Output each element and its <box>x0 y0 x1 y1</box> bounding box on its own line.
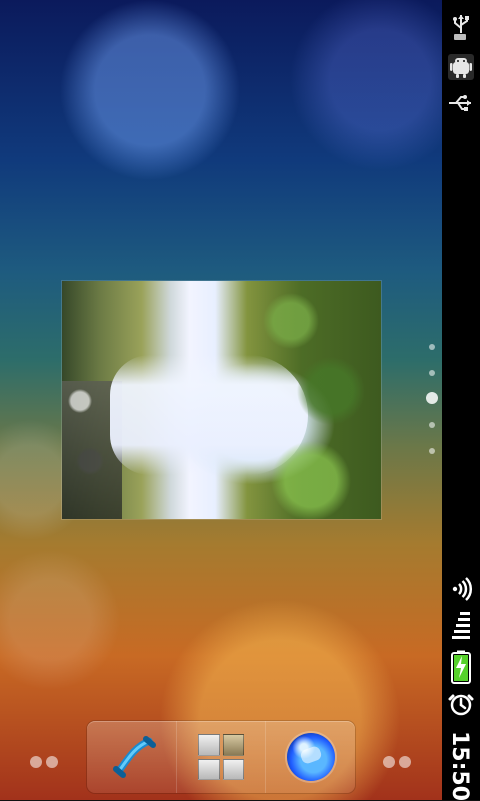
phone-icon <box>105 731 157 783</box>
wifi-icon <box>442 574 480 604</box>
alarm-icon <box>442 690 480 718</box>
hint-dot <box>46 756 58 768</box>
hint-dot <box>30 756 42 768</box>
page-dot <box>429 344 435 350</box>
grid-cell <box>222 758 244 780</box>
page-dot-current <box>426 392 438 404</box>
usb-icon <box>442 92 480 114</box>
page-indicator <box>426 340 438 460</box>
usb-icon <box>442 12 480 42</box>
battery-charging-icon <box>442 650 480 684</box>
clock: 15:50 <box>447 731 472 801</box>
status-bar: 15:50 <box>442 0 480 801</box>
grid-cell <box>222 734 244 756</box>
page-dot <box>429 448 435 454</box>
globe-icon <box>286 733 335 781</box>
right-page-hint[interactable] <box>383 756 413 770</box>
dock-app-drawer-button[interactable] <box>175 721 266 793</box>
photo-widget-waterfall[interactable] <box>62 281 381 519</box>
grid-cell <box>198 758 220 780</box>
dock-browser-button[interactable] <box>265 721 355 793</box>
hint-dot <box>399 756 411 768</box>
signal-icon <box>442 610 480 640</box>
left-page-hint[interactable] <box>30 756 60 770</box>
hint-dot <box>383 756 395 768</box>
photo-moss <box>251 281 381 519</box>
grid-cell <box>198 734 220 756</box>
page-dot <box>429 370 435 376</box>
page-dot <box>429 422 435 428</box>
android-debug-icon <box>442 52 480 82</box>
app-grid-icon <box>198 734 244 780</box>
dock <box>87 721 355 793</box>
dock-phone-button[interactable] <box>87 721 176 793</box>
